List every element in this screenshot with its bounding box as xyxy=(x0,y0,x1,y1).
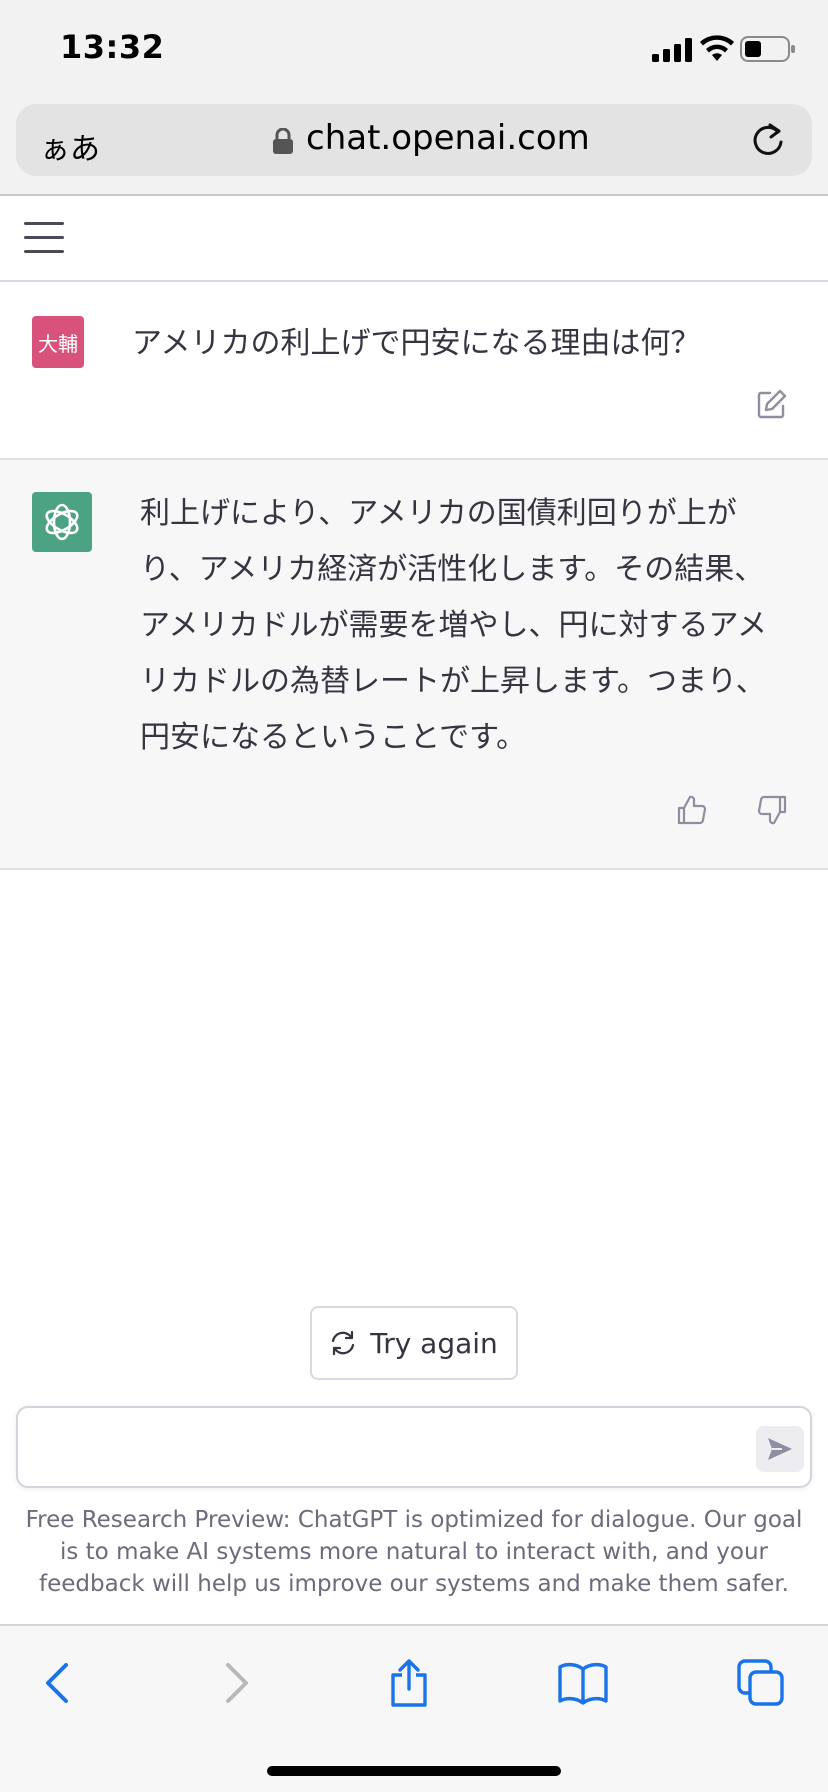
assistant-line: り、アメリカ経済が活性化します。その結果、 xyxy=(140,552,765,587)
cellular-signal-icon xyxy=(652,38,692,62)
assistant-message-text: 利上げにより、アメリカの国債利回りが上が り、アメリカ経済が活性化します。その結… xyxy=(140,486,780,766)
thumbs-up-icon[interactable] xyxy=(676,794,708,826)
chatgpt-logo-icon xyxy=(32,492,92,552)
url-text[interactable]: chat.openai.com xyxy=(306,118,590,158)
browser-address-area: ぁあ chat.openai.com xyxy=(0,96,828,196)
user-avatar: 大輔 xyxy=(32,316,84,368)
send-button[interactable] xyxy=(756,1426,804,1472)
tabs-icon[interactable] xyxy=(734,1656,788,1710)
address-bar[interactable]: ぁあ chat.openai.com xyxy=(16,104,812,176)
thumbs-down-icon[interactable] xyxy=(756,794,788,826)
assistant-line: リカドルの為替レートが上昇します。つまり、 xyxy=(140,664,766,699)
assistant-message: 利上げにより、アメリカの国債利回りが上が り、アメリカ経済が活性化します。その結… xyxy=(0,460,828,870)
wifi-icon xyxy=(700,35,734,61)
share-icon[interactable] xyxy=(382,1656,436,1710)
send-icon xyxy=(768,1438,792,1460)
app-header xyxy=(0,198,828,282)
lock-icon xyxy=(273,128,293,154)
assistant-line: アメリカドルが需要を増やし、円に対するアメ xyxy=(140,608,767,643)
battery-icon xyxy=(740,36,795,62)
bookmarks-icon[interactable] xyxy=(556,1656,610,1710)
disclaimer-text: Free Research Preview: ChatGPT is optimi… xyxy=(25,1507,803,1597)
user-message: 大輔 アメリカの利上げで円安になる理由は何？ xyxy=(0,282,828,460)
back-icon[interactable] xyxy=(30,1656,84,1710)
page-settings-button[interactable]: ぁあ xyxy=(40,124,100,168)
forward-icon[interactable] xyxy=(210,1656,264,1710)
try-again-button[interactable]: Try again xyxy=(310,1306,518,1380)
status-time: 13:32 xyxy=(60,28,165,66)
assistant-line: 利上げにより、アメリカの国債利回りが上が xyxy=(140,496,737,531)
edit-icon[interactable] xyxy=(756,388,788,420)
message-input-container xyxy=(16,1406,812,1488)
assistant-line: 円安になるということです。 xyxy=(140,720,527,755)
try-again-label: Try again xyxy=(370,1326,498,1360)
refresh-icon xyxy=(332,1330,355,1356)
hamburger-menu-icon[interactable] xyxy=(22,220,66,256)
reload-icon[interactable] xyxy=(750,122,786,158)
user-message-text: アメリカの利上げで円安になる理由は何？ xyxy=(132,326,701,361)
home-indicator xyxy=(267,1766,561,1776)
status-bar: 13:32 xyxy=(0,0,828,96)
message-input[interactable] xyxy=(36,1426,736,1470)
